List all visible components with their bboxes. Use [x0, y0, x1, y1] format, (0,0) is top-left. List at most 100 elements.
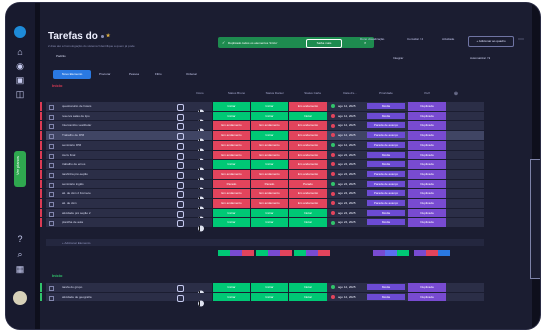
status-daniel-cell[interactable]: Em andamento: [250, 189, 288, 199]
add-item-row[interactable]: + Adicionar Elemento: [46, 239, 484, 246]
status-bruno-cell[interactable]: Iniciar: [212, 208, 250, 218]
priority-pill[interactable]: Média: [367, 103, 405, 109]
row-checkbox[interactable]: [49, 134, 54, 140]
see-plans-button[interactable]: Ver planos: [14, 151, 26, 187]
date-cell[interactable]: ago 12, 2025: [329, 141, 366, 150]
date-cell[interactable]: ago 24, 2025: [329, 218, 366, 227]
priority-column-header[interactable]: Prioridade: [367, 91, 405, 95]
item-name[interactable]: ati. de ciên: [62, 201, 77, 205]
status-bruno-cell[interactable]: Em andamento: [212, 150, 250, 160]
work-icon[interactable]: ◫: [15, 89, 25, 99]
date-cell[interactable]: ago 12, 2025: [329, 131, 366, 140]
table-row[interactable]: trabalho de ernos Iniciar Iniciar Em and…: [40, 160, 484, 174]
integrate-button[interactable]: Integrar: [393, 56, 403, 60]
pelf-cell[interactable]: Duplicada: [408, 111, 446, 121]
status-carla-cell[interactable]: Em andamento: [288, 140, 327, 150]
priority-pill[interactable]: Parada de avanço: [367, 122, 405, 129]
status-bruno-cell[interactable]: Em andamento: [212, 131, 250, 140]
row-checkbox[interactable]: [49, 182, 54, 188]
row-checkbox[interactable]: [49, 192, 54, 198]
status-daniel-cell[interactable]: Iniciar: [250, 160, 288, 169]
conversation-icon[interactable]: [177, 133, 184, 141]
status-carla-cell[interactable]: Em andamento: [288, 150, 327, 160]
status-bruno-cell[interactable]: Em andamento: [212, 121, 250, 131]
table-row[interactable]: reserva salas de tipo Iniciar Iniciar In…: [40, 111, 484, 126]
table-row[interactable]: tarefinha pré-seção Em andamento Em anda…: [40, 169, 484, 184]
workspace-logo-icon[interactable]: [14, 26, 26, 38]
owner-column-header[interactable]: Dono: [189, 91, 211, 95]
owner-avatar[interactable]: [197, 113, 205, 126]
table-row[interactable]: seminário IPM Em andamento Em andamento …: [40, 140, 484, 155]
conversation-icon[interactable]: [177, 152, 184, 160]
table-row[interactable]: atividade pré seção 2 Iniciar Iniciar In…: [40, 208, 484, 223]
date-cell[interactable]: ago 12, 2025: [329, 112, 366, 121]
status-carla-cell[interactable]: Parado: [288, 179, 327, 189]
status-carla-cell[interactable]: Em andamento: [288, 131, 327, 140]
item-name[interactable]: ati. de ciên 2 Fornece: [62, 191, 91, 195]
row-checkbox[interactable]: [49, 153, 54, 159]
row-checkbox[interactable]: [49, 143, 54, 149]
owner-avatar[interactable]: [197, 294, 205, 307]
item-name[interactable]: atividade de geografia: [62, 295, 92, 299]
status-carla-cell[interactable]: Em andamento: [288, 199, 327, 208]
status-daniel-cell[interactable]: Parado: [250, 179, 288, 189]
table-row[interactable]: seminário inglês Parado Parado Parado ag…: [40, 179, 484, 194]
status-carla-cell[interactable]: Iniciar: [288, 218, 327, 228]
row-checkbox[interactable]: [49, 172, 54, 178]
conversation-icon[interactable]: [177, 210, 184, 218]
status-daniel-cell[interactable]: Em andamento: [250, 150, 288, 160]
group-title-2[interactable]: Início: [52, 273, 62, 278]
status-daniel-cell[interactable]: Iniciar: [250, 208, 288, 218]
status-bruno-cell[interactable]: Iniciar: [212, 218, 250, 228]
status-carla-cell[interactable]: Em andamento: [288, 169, 327, 179]
status-bruno-column-header[interactable]: Status Bruno: [218, 91, 255, 95]
sort-button[interactable]: Ordenar: [186, 72, 197, 76]
date-cell[interactable]: ago 24, 2025: [329, 180, 366, 189]
pelf-cell[interactable]: Duplicada: [408, 150, 446, 160]
new-item-button[interactable]: Novo Elemento: [53, 70, 91, 79]
status-carla-cell[interactable]: Iniciar: [288, 292, 327, 302]
status-carla-cell[interactable]: Em andamento: [288, 160, 327, 169]
conversation-icon[interactable]: [177, 171, 184, 179]
person-filter-button[interactable]: Pessoa: [129, 72, 139, 76]
priority-pill[interactable]: Média: [367, 209, 405, 216]
priority-pill[interactable]: Média: [367, 293, 405, 300]
add-column-icon[interactable]: ⊕: [453, 91, 459, 97]
priority-pill[interactable]: Média: [367, 219, 405, 226]
table-row[interactable]: ati. de ciên 2 Fornece Em andamento Em a…: [40, 189, 484, 203]
date-cell[interactable]: ago 12, 2025: [329, 293, 366, 302]
item-name[interactable]: seminário inglês: [62, 182, 84, 186]
status-daniel-cell[interactable]: Em andamento: [250, 199, 288, 208]
status-daniel-cell[interactable]: Em andamento: [250, 140, 288, 150]
home-icon[interactable]: ⌂: [15, 47, 25, 57]
row-checkbox[interactable]: [49, 124, 54, 130]
bell-icon[interactable]: ◉: [15, 61, 25, 71]
conversation-icon[interactable]: [177, 201, 184, 208]
activity-button[interactable]: Atividade: [442, 37, 454, 41]
owner-avatar[interactable]: [197, 200, 205, 213]
pelf-cell[interactable]: Duplicada: [408, 199, 446, 208]
date-column-header[interactable]: Data d'e...: [333, 91, 367, 95]
status-daniel-cell[interactable]: Em andamento: [250, 169, 288, 179]
help-icon[interactable]: ?: [15, 234, 25, 244]
table-row[interactable]: Trabalho de IPM Em andamento Iniciar Em …: [40, 131, 484, 145]
priority-pill[interactable]: Parada de avanço: [367, 180, 405, 187]
status-carla-cell[interactable]: Iniciar: [288, 111, 327, 121]
status-bruno-cell[interactable]: Iniciar: [212, 102, 250, 111]
owner-avatar[interactable]: [197, 152, 205, 164]
item-name[interactable]: Trabalho de IPM: [62, 133, 84, 137]
pelf-cell[interactable]: Duplicada: [408, 121, 446, 131]
priority-pill[interactable]: Parada de avanço: [367, 200, 405, 206]
status-carla-column-header[interactable]: Status Carla: [294, 91, 331, 95]
pelf-cell[interactable]: Duplicada: [408, 218, 446, 228]
table-row[interactable]: planilha de aula Iniciar Iniciar Iniciar…: [40, 218, 484, 232]
status-carla-cell[interactable]: Em andamento: [288, 121, 327, 131]
priority-pill[interactable]: Média: [367, 284, 405, 290]
date-cell[interactable]: ago 24, 2025: [329, 189, 366, 198]
conversation-icon[interactable]: [177, 113, 184, 121]
date-cell[interactable]: ago 12, 2025: [329, 102, 366, 111]
status-carla-cell[interactable]: Iniciar: [288, 283, 327, 292]
search-icon[interactable]: ⌕: [15, 249, 25, 259]
priority-pill[interactable]: Média: [367, 112, 405, 119]
status-carla-cell[interactable]: Em andamento: [288, 189, 327, 199]
